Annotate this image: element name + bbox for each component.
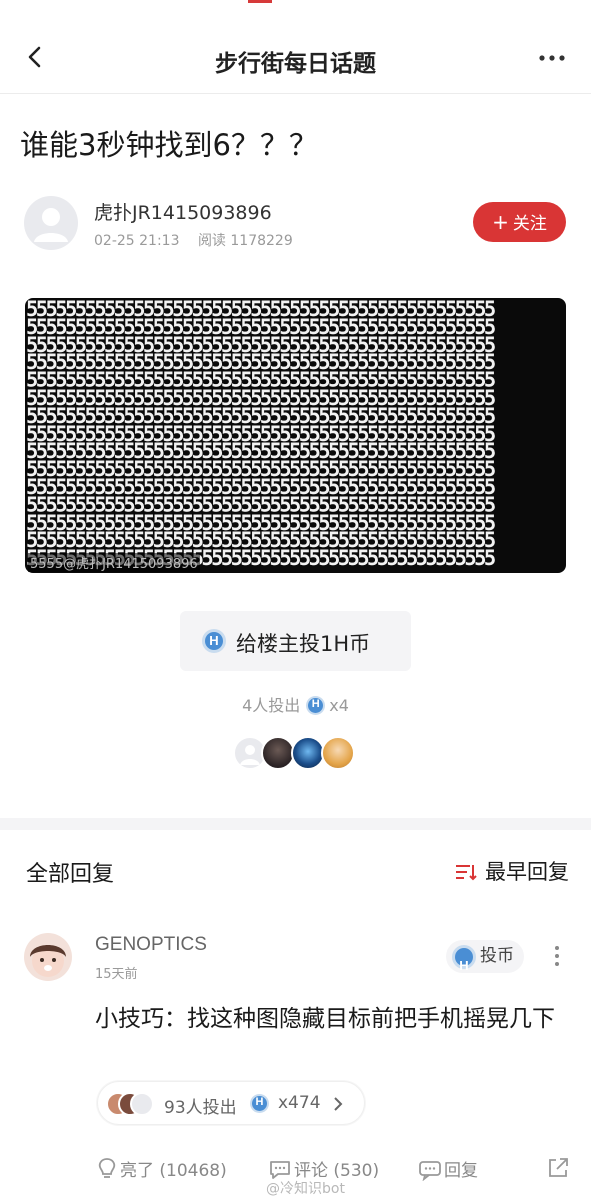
more-options-icon[interactable] [537, 46, 567, 70]
reply-button[interactable]: 回复 [418, 1156, 478, 1182]
post-date: 02-25 21:13 [94, 233, 180, 249]
default-avatar-icon [34, 208, 68, 242]
plus-icon: + [492, 210, 509, 234]
share-button[interactable] [546, 1156, 572, 1180]
tip-label: 投币 [480, 946, 514, 966]
post-read-count: 阅读 1178229 [197, 233, 293, 249]
section-divider [0, 818, 591, 830]
follow-button[interactable]: + 关注 [473, 202, 566, 242]
sort-label: 最早回复 [485, 860, 569, 884]
give-coin-button[interactable]: H 给楼主投1H币 [180, 611, 411, 671]
chevron-right-icon [334, 1097, 343, 1111]
reply-avatar[interactable] [24, 933, 72, 981]
post-title: 谁能3秒钟找到6？？？ [20, 128, 318, 162]
tip-coin-button[interactable]: H 投币 [446, 940, 524, 973]
reply-donor-avatars [106, 1092, 160, 1116]
reply-more-icon[interactable] [550, 944, 564, 968]
page-title: 步行街每日话题 [215, 51, 376, 77]
donor-avatar [130, 1092, 154, 1116]
follow-label: 关注 [512, 214, 547, 234]
coin-summary-count: 4人投出 [242, 696, 301, 715]
reply-coin-count: 93人投出 [164, 1098, 237, 1118]
light-count: 亮了 (10468) [120, 1161, 227, 1181]
post-meta: 02-25 21:13 阅读 1178229 [94, 230, 307, 250]
h-coin-icon: H [306, 696, 326, 715]
coin-summary-mult: x4 [329, 696, 349, 715]
reply-label: 回复 [444, 1161, 478, 1181]
sort-icon [456, 865, 477, 881]
light-button[interactable]: 亮了 (10468) [96, 1156, 227, 1181]
h-coin-icon: H [452, 945, 476, 973]
reply-coin-mult: x474 [278, 1093, 321, 1113]
reply-username[interactable]: GENOPTICS [95, 934, 207, 956]
donor-avatar[interactable] [321, 736, 355, 770]
author-avatar[interactable] [24, 196, 78, 250]
image-watermark: 5555@虎扑JR1415093896 [28, 553, 200, 572]
give-coin-label: 给楼主投1H币 [236, 632, 371, 656]
reply-icon [419, 1161, 441, 1182]
share-icon [549, 1158, 568, 1177]
donor-avatar[interactable] [261, 736, 295, 770]
coin-summary: 4人投出 Hx4 [0, 692, 591, 716]
donor-avatars[interactable] [233, 736, 363, 770]
reply-content: 小技巧：找这种图隐藏目标前把手机摇晃几下 [95, 1006, 555, 1032]
all-replies-heading: 全部回复 [26, 862, 115, 887]
status-bar-indicator [248, 0, 272, 3]
h-coin-icon: H [250, 1094, 269, 1113]
weibo-watermark: @冷知识bot [266, 1181, 345, 1197]
reply-time: 15天前 [95, 967, 138, 982]
reply-coin-summary[interactable]: 93人投出 H x474 [97, 1081, 365, 1125]
sort-earliest-button[interactable]: 最早回复 [455, 856, 569, 886]
donor-avatar[interactable] [291, 736, 325, 770]
lightbulb-icon [98, 1158, 116, 1178]
author-name[interactable]: 虎扑JR1415093896 [94, 198, 272, 225]
puzzle-image: 5555555555555555555555555555555555555555… [25, 298, 566, 573]
h-coin-icon: H [202, 629, 226, 653]
top-nav-bar: 步行街每日话题 [0, 22, 591, 94]
